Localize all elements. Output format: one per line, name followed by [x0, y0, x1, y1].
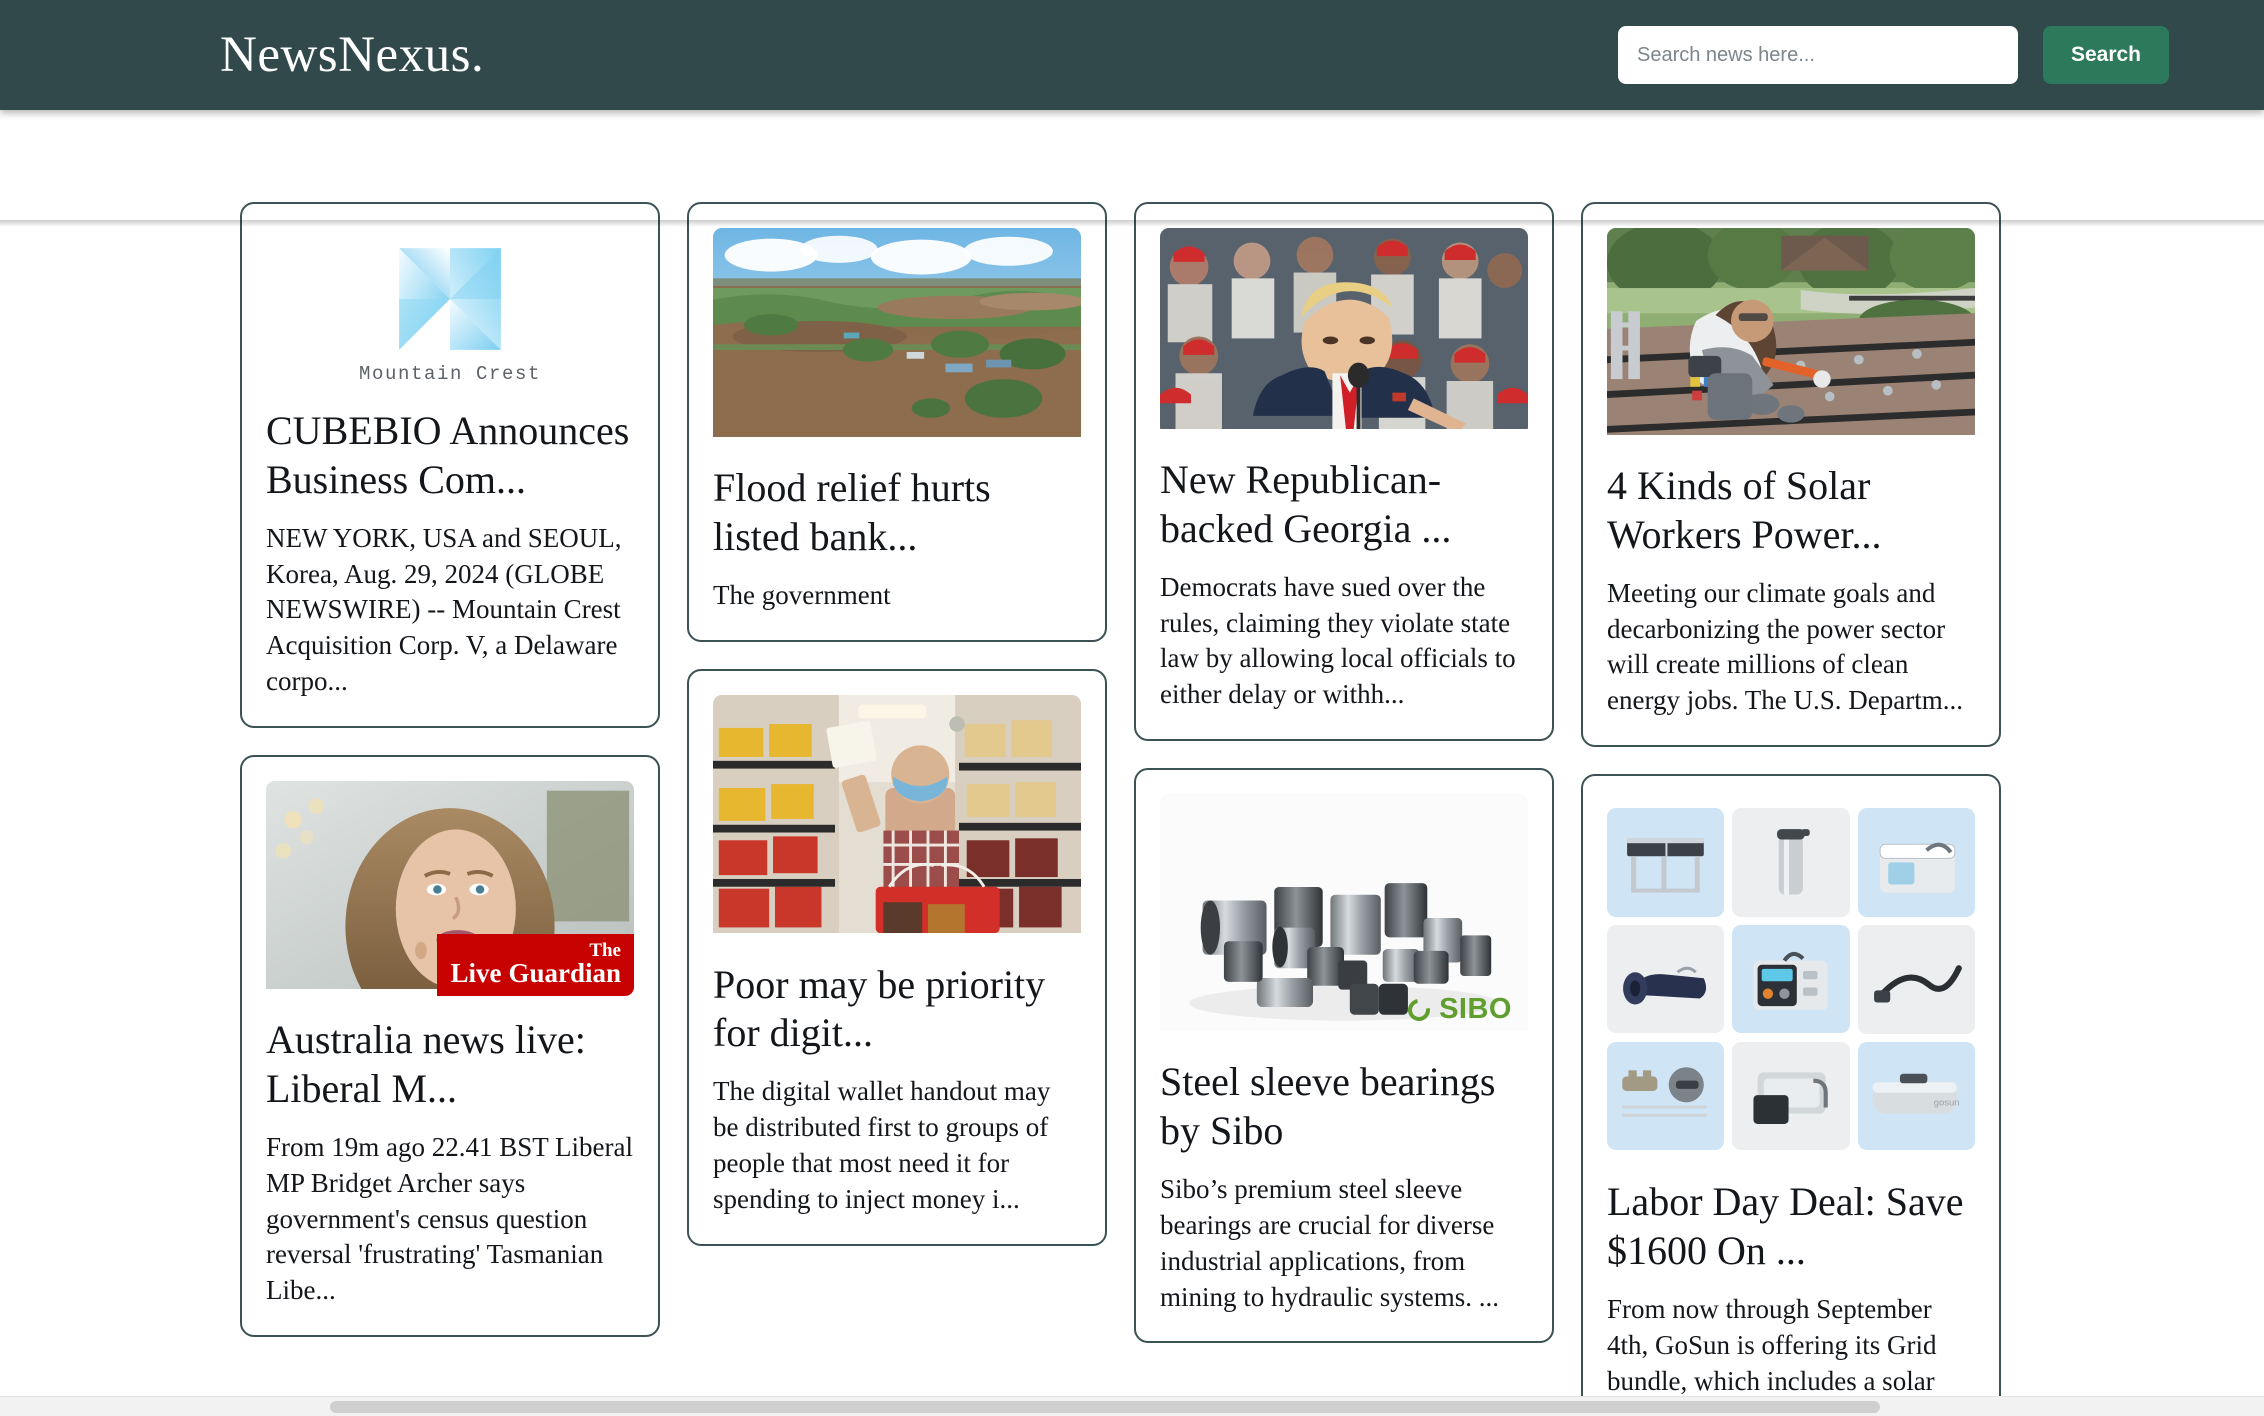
news-card[interactable]: SIBO Steel sleeve bearings by Sibo Sibo’… [1134, 768, 1554, 1344]
sibo-mark-icon [1403, 994, 1435, 1026]
solar-installer-photo [1607, 228, 1975, 436]
grid-column-3: New Republican-backed Georgia ... Democr… [1134, 202, 1554, 1344]
solar-table-icon [1627, 838, 1704, 893]
grid-column-1: Mountain Crest CUBEBIO Announces Busines… [240, 202, 660, 1338]
card-image-flood [713, 228, 1081, 444]
grid-column-2: Flood relief hurts listed bank... The go… [687, 202, 1107, 1246]
political-rally-photo [1160, 228, 1528, 430]
news-card[interactable]: New Republican-backed Georgia ... Democr… [1134, 202, 1554, 742]
insulated-bottle-icon [1777, 828, 1810, 895]
card-title: Australia news live: Liberal M... [266, 1017, 586, 1111]
news-card-grid: Mountain Crest CUBEBIO Announces Busines… [0, 110, 2264, 1416]
mountain-crest-logo-icon [399, 248, 501, 350]
horizontal-scrollbar[interactable] [0, 1396, 2264, 1416]
card-description: Meeting our climate goals and decarboniz… [1607, 577, 1963, 716]
news-card[interactable]: Live The Guardian Australia news live: L… [240, 755, 660, 1338]
badge-guardian-label: Guardian [508, 958, 621, 989]
page-body: Mountain Crest CUBEBIO Announces Busines… [0, 110, 2264, 1416]
card-image-rally [1160, 228, 1528, 436]
site-header: NewsNexus. Search [0, 0, 2264, 110]
card-title: 4 Kinds of Solar Workers Power... [1607, 463, 1882, 557]
pipe-fittings-icon [1622, 1066, 1707, 1117]
grid-column-4: 4 Kinds of Solar Workers Power... Meetin… [1581, 202, 2001, 1416]
logo-caption: Mountain Crest [358, 363, 542, 385]
news-card[interactable]: gosun Labor Day Deal: Save $1600 On ... … [1581, 774, 2001, 1416]
badge-live-label: Live [450, 958, 502, 989]
news-card[interactable]: Poor may be priority for digit... The di… [687, 668, 1107, 1246]
portable-cooler-icon [1879, 842, 1956, 893]
news-card[interactable]: 4 Kinds of Solar Workers Power... Meetin… [1581, 202, 2001, 748]
card-title: Labor Day Deal: Save $1600 On ... [1607, 1179, 1964, 1273]
power-station-icon [1753, 951, 1829, 1011]
product-tile-sink [1732, 1041, 1850, 1151]
product-tile-cooler [1857, 808, 1975, 917]
card-image-bearings: SIBO [1160, 794, 1528, 1038]
card-image-supermarket [713, 694, 1081, 941]
card-description: The government [713, 579, 891, 610]
search-button[interactable]: Search [2043, 26, 2169, 84]
card-description: From 19m ago 22.41 BST Liberal MP Bridge… [266, 1131, 633, 1306]
card-title: CUBEBIO Announces Business Com... [266, 408, 630, 502]
site-logo[interactable]: NewsNexus. [220, 29, 484, 81]
news-card[interactable]: Flood relief hurts listed bank... The go… [687, 202, 1107, 642]
svg-text:gosun: gosun [1933, 1097, 1959, 1108]
product-tile-power-station [1732, 924, 1850, 1034]
card-description: NEW YORK, USA and SEOUL, Korea, Aug. 29,… [266, 522, 622, 697]
flood-aerial-photo [713, 228, 1081, 438]
search-input[interactable] [1618, 26, 2018, 84]
card-title: New Republican-backed Georgia ... [1160, 457, 1452, 551]
card-image-solar [1607, 228, 1975, 442]
guardian-live-badge: Live The Guardian [437, 934, 634, 997]
solar-oven-icon: gosun [1871, 1073, 1959, 1114]
card-title: Steel sleeve bearings by Sibo [1160, 1059, 1496, 1154]
supermarket-photo [713, 694, 1081, 933]
product-tile-blanket [1607, 924, 1725, 1034]
product-tile-bottle [1732, 808, 1850, 917]
card-description: The digital wallet handout may be distri… [713, 1076, 1051, 1214]
portable-sink-icon [1753, 1072, 1829, 1124]
card-image-product-grid: gosun [1607, 800, 1975, 1159]
power-cable-icon [1873, 965, 1962, 1003]
heated-blanket-icon [1623, 966, 1707, 1005]
card-description: Democrats have sued over the rules, clai… [1160, 571, 1516, 710]
product-tile-fittings [1607, 1041, 1725, 1151]
product-tile-solar-oven: gosun [1857, 1041, 1975, 1151]
card-image-portrait: Live The Guardian [266, 781, 634, 997]
card-logo-media: Mountain Crest [266, 228, 634, 395]
product-tile-solar-table [1607, 808, 1725, 917]
news-card[interactable]: Mountain Crest CUBEBIO Announces Busines… [240, 202, 660, 729]
sibo-brand-logo: SIBO [1403, 993, 1512, 1026]
product-grid: gosun [1607, 800, 1975, 1159]
product-tile-cable [1857, 924, 1975, 1034]
card-title: Flood relief hurts listed bank... [713, 465, 991, 559]
search-group: Search [1618, 26, 2169, 84]
header-shadow [0, 220, 2264, 227]
sibo-label: SIBO [1439, 993, 1512, 1026]
card-title: Poor may be priority for digit... [713, 961, 1046, 1056]
card-description: Sibo’s premium steel sleeve bearings are… [1160, 1173, 1499, 1312]
scrollbar-thumb[interactable] [330, 1401, 1880, 1413]
